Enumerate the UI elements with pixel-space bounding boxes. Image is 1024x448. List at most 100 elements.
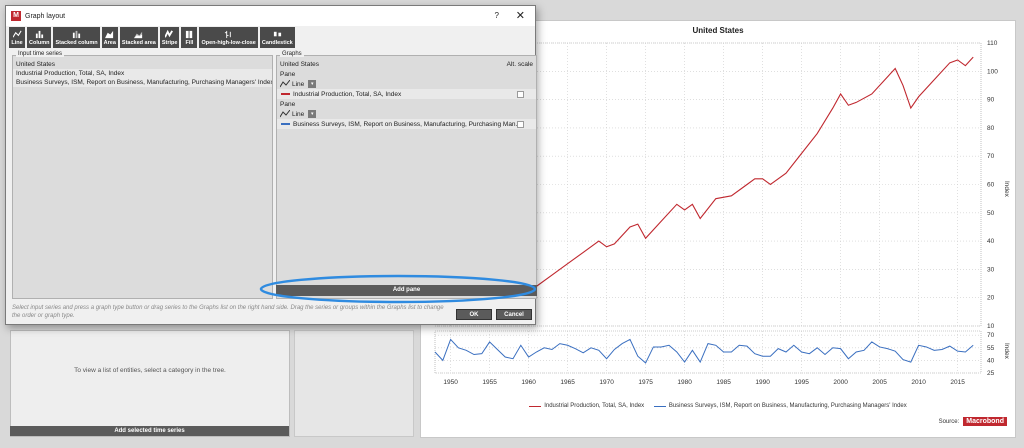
y-tick-label: 50: [987, 210, 995, 217]
graphs-panel-label: Graphs: [280, 51, 304, 57]
toolbar-button-label: Fill: [185, 39, 194, 46]
pane-2-series[interactable]: Business Surveys, ISM, Report on Busines…: [277, 119, 536, 129]
toolbar-button-fill[interactable]: Fill: [181, 27, 198, 48]
y-tick-label-lower: 25: [987, 370, 995, 377]
series-color-swatch: [281, 93, 290, 95]
y-tick-label: 30: [987, 266, 995, 273]
toolbar-button-stacked-column[interactable]: Stacked column: [53, 27, 100, 48]
toolbar-button-label: Candlestick: [261, 39, 293, 46]
area-chart-icon: [105, 30, 114, 38]
toolbar-button-label: Column: [29, 39, 50, 46]
legend-item-industrial-production: Industrial Production, Total, SA, Index: [529, 403, 644, 409]
pane-1-type[interactable]: Line ▾: [277, 79, 536, 89]
input-panel-label: Input time series: [16, 51, 65, 57]
entity-list-panel[interactable]: To view a list of entities, select a cat…: [10, 330, 290, 437]
x-tick-label: 2000: [833, 379, 848, 386]
toolbar-button-candlestick[interactable]: Candlestick: [259, 27, 295, 48]
y-tick-label-lower: 55: [987, 345, 995, 352]
y-tick-label-lower: 70: [987, 332, 995, 339]
stacked-column-icon: [72, 30, 81, 38]
x-tick-label: 1985: [716, 379, 731, 386]
x-tick-label: 2010: [911, 379, 926, 386]
graph-layout-dialog[interactable]: M Graph layout ? ✕ Line Column Stacked col…: [5, 5, 537, 325]
toolbar-button-stripe[interactable]: Stripe: [159, 27, 180, 48]
chart-legend: Industrial Production, Total, SA, Index …: [421, 403, 1015, 409]
alt-scale-checkbox[interactable]: [517, 90, 524, 98]
source-label: Source:: [938, 418, 960, 425]
x-tick-label: 1955: [482, 379, 497, 386]
middle-panel: [294, 330, 414, 437]
toolbar-button-line[interactable]: Line: [9, 27, 25, 48]
column-chart-icon: [35, 30, 43, 38]
pane-2-label[interactable]: Pane: [277, 99, 536, 109]
add-pane-button[interactable]: Add pane: [276, 285, 537, 296]
y-tick-label: 60: [987, 182, 995, 189]
toolbar-button-label: Stacked column: [55, 39, 98, 46]
dialog-title: Graph layout: [25, 12, 66, 20]
input-row-series[interactable]: Business Surveys, ISM, Report on Busines…: [13, 78, 272, 87]
pane-1-type-label: Line: [292, 80, 305, 88]
dialog-titlebar[interactable]: M Graph layout ? ✕: [6, 6, 535, 26]
ohlc-icon: [225, 30, 231, 38]
ok-button[interactable]: OK: [456, 309, 492, 320]
line-type-icon: [280, 110, 290, 118]
pane-1-series-label: Industrial Production, Total, SA, Index: [293, 90, 402, 98]
pane-2-series-label: Business Surveys, ISM, Report on Busines…: [293, 120, 521, 128]
x-tick-label: 1950: [443, 379, 458, 386]
source-note: Source: Macrobond: [939, 417, 1007, 426]
stacked-area-icon: [134, 31, 143, 38]
toolbar-button-label: Stripe: [161, 39, 178, 46]
y-tick-label: 110: [987, 40, 998, 47]
toolbar-button-label: Line: [11, 39, 23, 46]
help-button[interactable]: ?: [495, 11, 499, 20]
graph-type-toolbar: Line Column Stacked column Area Stacked area…: [6, 26, 535, 49]
chevron-down-icon[interactable]: ▾: [308, 110, 317, 118]
y-tick-label: 10: [987, 323, 995, 330]
input-row-country[interactable]: United States: [13, 60, 272, 69]
x-tick-label: 1965: [560, 379, 575, 386]
macrobond-app-icon: M: [11, 11, 21, 21]
pane-2-type[interactable]: Line ▾: [277, 109, 536, 119]
fill-icon: [185, 30, 193, 38]
chevron-down-icon[interactable]: ▾: [308, 80, 317, 88]
toolbar-button-area[interactable]: Area: [101, 27, 118, 48]
close-icon[interactable]: ✕: [516, 9, 525, 22]
alt-scale-checkbox[interactable]: [517, 120, 524, 128]
line-type-icon: [280, 80, 290, 88]
pane-1-series[interactable]: Industrial Production, Total, SA, Index: [277, 89, 536, 99]
input-time-series-panel[interactable]: Input time series United States Industri…: [12, 51, 273, 299]
graphs-header-country: United States: [280, 61, 320, 68]
candlestick-icon: [273, 31, 281, 36]
series-line-industrial-production: [536, 56, 974, 287]
pane-1-label[interactable]: Pane: [277, 69, 536, 79]
y-tick-label: 40: [987, 238, 995, 245]
x-tick-label: 2015: [950, 379, 965, 386]
y-tick-label: 80: [987, 125, 995, 132]
y-tick-label: 70: [987, 153, 995, 160]
legend-swatch-red: [529, 405, 542, 407]
legend-swatch-blue: [653, 405, 666, 407]
y-tick-label: 90: [987, 97, 995, 104]
pane-2-type-label: Line: [292, 110, 305, 118]
stripe-icon: [165, 29, 174, 38]
x-tick-label: 1995: [794, 379, 809, 386]
input-row-series[interactable]: Industrial Production, Total, SA, Index: [13, 69, 272, 78]
graphs-header: United States Alt. scale: [277, 60, 536, 69]
cancel-button[interactable]: Cancel: [496, 309, 532, 320]
series-line-ism-pmi: [434, 338, 974, 364]
series-color-swatch: [281, 123, 290, 125]
toolbar-button-stacked-area[interactable]: Stacked area: [119, 27, 158, 48]
y-tick-label: 100: [987, 68, 998, 75]
legend-item-ism: Business Surveys, ISM, Report on Busines…: [653, 403, 907, 409]
add-selected-series-button[interactable]: Add selected time series: [10, 426, 289, 436]
toolbar-button-open-high-low-close[interactable]: Open-high-low-close: [199, 27, 258, 48]
toolbar-button-label: Open-high-low-close: [201, 39, 256, 46]
y-axis-label: Index: [1003, 181, 1010, 198]
graphs-panel[interactable]: Graphs United States Alt. scale Pane Lin…: [276, 51, 537, 299]
toolbar-button-column[interactable]: Column: [27, 27, 52, 48]
dialog-hint: Select input series and press a graph ty…: [12, 305, 444, 319]
x-tick-label: 1960: [521, 379, 536, 386]
x-tick-label: 1970: [599, 379, 614, 386]
y-axis-label-lower: Index: [1003, 343, 1010, 360]
macrobond-logo: Macrobond: [963, 417, 1007, 426]
